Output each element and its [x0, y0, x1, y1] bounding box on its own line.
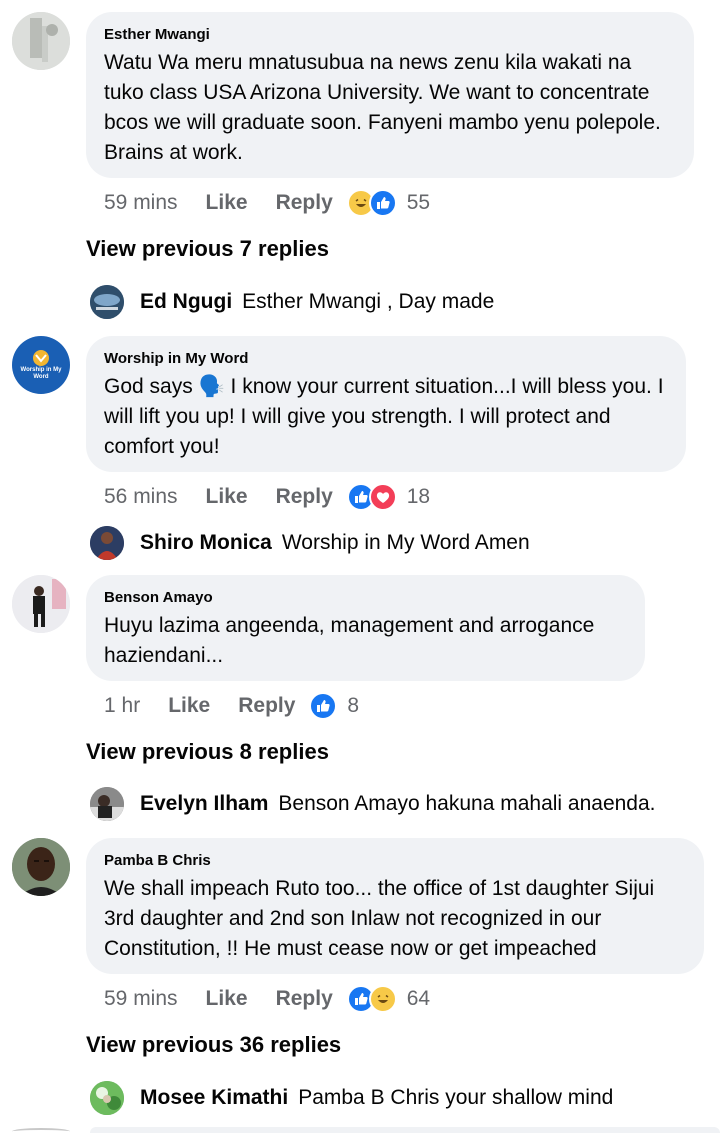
avatar-logo-text: Worship in My Word — [20, 367, 62, 380]
next-comment-avatar-partial — [12, 1128, 70, 1135]
avatar[interactable]: Worship in My Word — [12, 336, 70, 394]
reaction-summary[interactable] — [309, 692, 338, 720]
comment-text: We shall impeach Ruto too... the office … — [104, 877, 655, 960]
comment-text: Huyu lazima angeenda, management and arr… — [104, 614, 595, 667]
avatar[interactable] — [90, 1081, 124, 1115]
reply-text: Worship in My Word Amen — [281, 531, 530, 554]
comment-author[interactable]: Worship in My Word — [104, 350, 668, 368]
avatar[interactable] — [12, 838, 70, 896]
avatar-photo — [12, 575, 70, 633]
comment-time[interactable]: 59 mins — [104, 987, 178, 1011]
avatar[interactable] — [90, 526, 124, 560]
view-previous-replies-link[interactable]: View previous 8 replies — [86, 739, 329, 765]
comment-text: Watu Wa meru mnatusubua na news zenu kil… — [104, 51, 661, 164]
reaction-summary[interactable] — [346, 189, 397, 217]
reply-item: Evelyn Ilham Benson Amayo hakuna mahali … — [90, 786, 656, 822]
reply-button[interactable]: Reply — [238, 694, 295, 718]
comment-actions: 56 mins Like Reply 18 — [104, 482, 430, 512]
like-reaction-icon — [368, 189, 397, 217]
comment-author[interactable]: Esther Mwangi — [104, 26, 676, 44]
like-button[interactable]: Like — [206, 191, 248, 215]
reaction-count[interactable]: 64 — [407, 987, 430, 1011]
comment-bubble: Worship in My Word God says 🗣️ I know yo… — [86, 336, 686, 472]
next-comment-bubble-partial — [90, 1127, 720, 1133]
avatar-photo — [12, 12, 70, 70]
comment-time[interactable]: 1 hr — [104, 694, 140, 718]
avatar[interactable] — [90, 787, 124, 821]
reaction-count[interactable]: 55 — [407, 191, 430, 215]
comment-time[interactable]: 59 mins — [104, 191, 178, 215]
like-button[interactable]: Like — [206, 485, 248, 509]
comment-actions: 1 hr Like Reply 8 — [104, 691, 359, 721]
reply-item: Mosee Kimathi Pamba B Chris your shallow… — [90, 1080, 613, 1116]
like-button[interactable]: Like — [168, 694, 210, 718]
reply-author[interactable]: Ed Ngugi — [140, 290, 232, 314]
reaction-summary[interactable] — [346, 985, 397, 1013]
reply-button[interactable]: Reply — [276, 987, 333, 1011]
reply-item: Ed Ngugi Esther Mwangi , Day made — [90, 284, 494, 320]
reply-button[interactable]: Reply — [276, 191, 333, 215]
haha-reaction-icon — [368, 985, 397, 1013]
comment-text: God says 🗣️ I know your current situatio… — [104, 375, 664, 458]
avatar[interactable] — [12, 575, 70, 633]
reply-button[interactable]: Reply — [276, 485, 333, 509]
reply-text: Benson Amayo hakuna mahali anaenda. — [278, 792, 656, 815]
comment-bubble: Pamba B Chris We shall impeach Ruto too.… — [86, 838, 704, 974]
reply-text: Pamba B Chris your shallow mind — [298, 1086, 614, 1109]
avatar-photo — [12, 838, 70, 896]
comment-time[interactable]: 56 mins — [104, 485, 178, 509]
reply-author[interactable]: Shiro Monica — [140, 531, 272, 555]
reply-item: Shiro Monica Worship in My Word Amen — [90, 525, 530, 561]
comment-actions: 59 mins Like Reply 64 — [104, 984, 430, 1014]
comment-actions: 59 mins Like Reply 55 — [104, 188, 430, 218]
reply-author[interactable]: Mosee Kimathi — [140, 1086, 288, 1110]
like-reaction-icon — [309, 692, 338, 720]
reply-text: Esther Mwangi , Day made — [242, 290, 495, 313]
comment-bubble: Benson Amayo Huyu lazima angeenda, manag… — [86, 575, 645, 681]
love-reaction-icon — [368, 483, 397, 511]
comment-bubble: Esther Mwangi Watu Wa meru mnatusubua na… — [86, 12, 694, 178]
reaction-summary[interactable] — [346, 483, 397, 511]
avatar[interactable] — [90, 285, 124, 319]
view-previous-replies-link[interactable]: View previous 36 replies — [86, 1032, 341, 1058]
comment-author[interactable]: Pamba B Chris — [104, 852, 686, 870]
logo-icon — [33, 350, 49, 366]
reaction-count[interactable]: 8 — [347, 694, 359, 718]
view-previous-replies-link[interactable]: View previous 7 replies — [86, 236, 329, 262]
reply-author[interactable]: Evelyn Ilham — [140, 792, 268, 816]
avatar[interactable] — [12, 12, 70, 70]
like-button[interactable]: Like — [206, 987, 248, 1011]
reaction-count[interactable]: 18 — [407, 485, 430, 509]
comment-author[interactable]: Benson Amayo — [104, 589, 627, 607]
